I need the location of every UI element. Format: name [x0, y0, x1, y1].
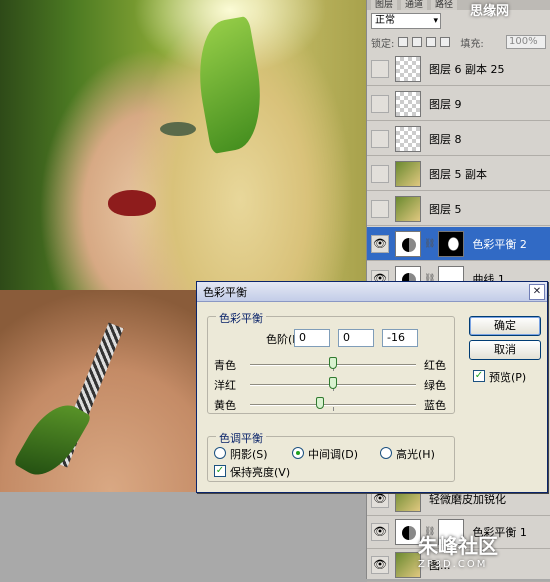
layer-row[interactable]: 图层 8 [367, 122, 550, 156]
blue-label: 蓝色 [424, 399, 446, 412]
lock-transparency-icon[interactable] [398, 37, 409, 47]
yellow-label: 黄色 [214, 399, 236, 412]
layer-thumbnail [395, 90, 421, 117]
layer-name: 图层 8 [429, 132, 462, 146]
yellow-blue-center-tick [333, 407, 334, 411]
magenta-label: 洋红 [214, 379, 236, 392]
tone-balance-group-label: 色调平衡 [216, 430, 266, 446]
layer-row[interactable]: 👁 ⛓ 色彩平衡 2 [367, 227, 550, 261]
tab-channels[interactable]: 通道 [401, 0, 428, 10]
layer-thumbnail [395, 230, 421, 257]
layer-thumbnail [395, 55, 421, 82]
magenta-green-slider-thumb[interactable] [329, 377, 337, 389]
midtones-label[interactable]: 中间调(D) [308, 446, 358, 462]
midtones-radio[interactable] [292, 447, 304, 459]
layer-thumbnail [395, 160, 421, 187]
level-cyan-red-input[interactable]: 0 [294, 329, 330, 347]
cyan-label: 青色 [214, 359, 236, 372]
preview-checkbox[interactable]: ✓ [473, 370, 485, 382]
link-icon[interactable]: ⛓ [424, 239, 435, 249]
level-yellow-blue-input[interactable]: -16 [382, 329, 418, 347]
red-label: 红色 [424, 359, 446, 372]
close-icon[interactable]: ✕ [529, 284, 545, 300]
layer-row[interactable]: 图层 9 [367, 87, 550, 121]
green-label: 绿色 [424, 379, 446, 392]
yellow-blue-track[interactable] [250, 404, 416, 406]
tab-layers[interactable]: 图层 [371, 0, 398, 10]
color-balance-dialog: 色彩平衡 ✕ 色彩平衡 色阶(L): 0 0 -16 青色 红色 洋红 绿色 黄… [196, 281, 548, 493]
fill-input[interactable]: 100% [506, 35, 546, 49]
tab-paths[interactable]: 路径 [431, 0, 458, 10]
layer-row[interactable]: 图层 6 副本 25 [367, 52, 550, 86]
preview-label[interactable]: 预览(P) [489, 369, 526, 385]
blend-mode-select[interactable]: 正常 [371, 13, 441, 29]
shadows-radio[interactable] [214, 447, 226, 459]
lock-brush-icon[interactable] [412, 37, 423, 47]
layer-name: 图层 6 副本 25 [429, 62, 505, 76]
lock-all-icon[interactable] [440, 37, 451, 47]
lock-label: 锁定: [371, 38, 395, 50]
layer-name: 图层 9 [429, 97, 462, 111]
layer-name: 图层 5 副本 [429, 167, 487, 181]
watermark-bottom-main: 朱峰社区 [418, 534, 498, 558]
watermark-top: 思缘网 [470, 4, 510, 19]
highlights-radio[interactable] [380, 447, 392, 459]
watermark-bottom: 朱峰社区 ZF3D.COM [418, 530, 548, 579]
visibility-eye-icon[interactable]: 👁 [371, 234, 389, 253]
ok-button[interactable]: 确定 [469, 316, 541, 336]
eye-image [160, 122, 196, 136]
visibility-eye-icon[interactable] [371, 199, 389, 218]
leaf-image [189, 15, 271, 155]
highlights-label[interactable]: 高光(H) [396, 446, 435, 462]
lock-move-icon[interactable] [426, 37, 437, 47]
visibility-eye-icon[interactable] [371, 94, 389, 113]
color-balance-group-label: 色彩平衡 [216, 310, 266, 326]
layer-thumbnail [395, 125, 421, 152]
visibility-eye-icon[interactable]: 👁 [371, 555, 389, 574]
layer-mask-thumbnail[interactable] [438, 230, 465, 257]
level-magenta-green-input[interactable]: 0 [338, 329, 374, 347]
layer-row[interactable]: 图层 5 副本 [367, 157, 550, 191]
visibility-eye-icon[interactable] [371, 164, 389, 183]
visibility-eye-icon[interactable] [371, 59, 389, 78]
shadows-label[interactable]: 阴影(S) [230, 446, 268, 462]
yellow-blue-slider-thumb[interactable] [315, 397, 324, 409]
cancel-button[interactable]: 取消 [469, 340, 541, 360]
dialog-titlebar[interactable]: 色彩平衡 [197, 282, 547, 302]
preserve-luminosity-label[interactable]: 保持亮度(V) [230, 464, 290, 480]
dialog-title: 色彩平衡 [203, 285, 247, 299]
visibility-eye-icon[interactable] [371, 129, 389, 148]
color-balance-group: 色彩平衡 色阶(L): 0 0 -16 青色 红色 洋红 绿色 黄色 蓝色 [207, 310, 455, 414]
layer-name: 色彩平衡 2 [472, 237, 527, 251]
fill-label: 填充: [460, 38, 484, 50]
visibility-eye-icon[interactable]: 👁 [371, 522, 389, 541]
cyan-red-slider-thumb[interactable] [329, 357, 337, 369]
watermark-bottom-sub: ZF3D.COM [418, 559, 488, 570]
lips-image [108, 190, 156, 216]
tone-balance-group: 色调平衡 阴影(S) 中间调(D) 高光(H) ✓ 保持亮度(V) [207, 430, 455, 482]
layer-row[interactable]: 图层 5 [367, 192, 550, 226]
layer-thumbnail [395, 195, 421, 222]
preserve-luminosity-checkbox[interactable]: ✓ [214, 465, 226, 477]
layer-name: 图层 5 [429, 202, 462, 216]
